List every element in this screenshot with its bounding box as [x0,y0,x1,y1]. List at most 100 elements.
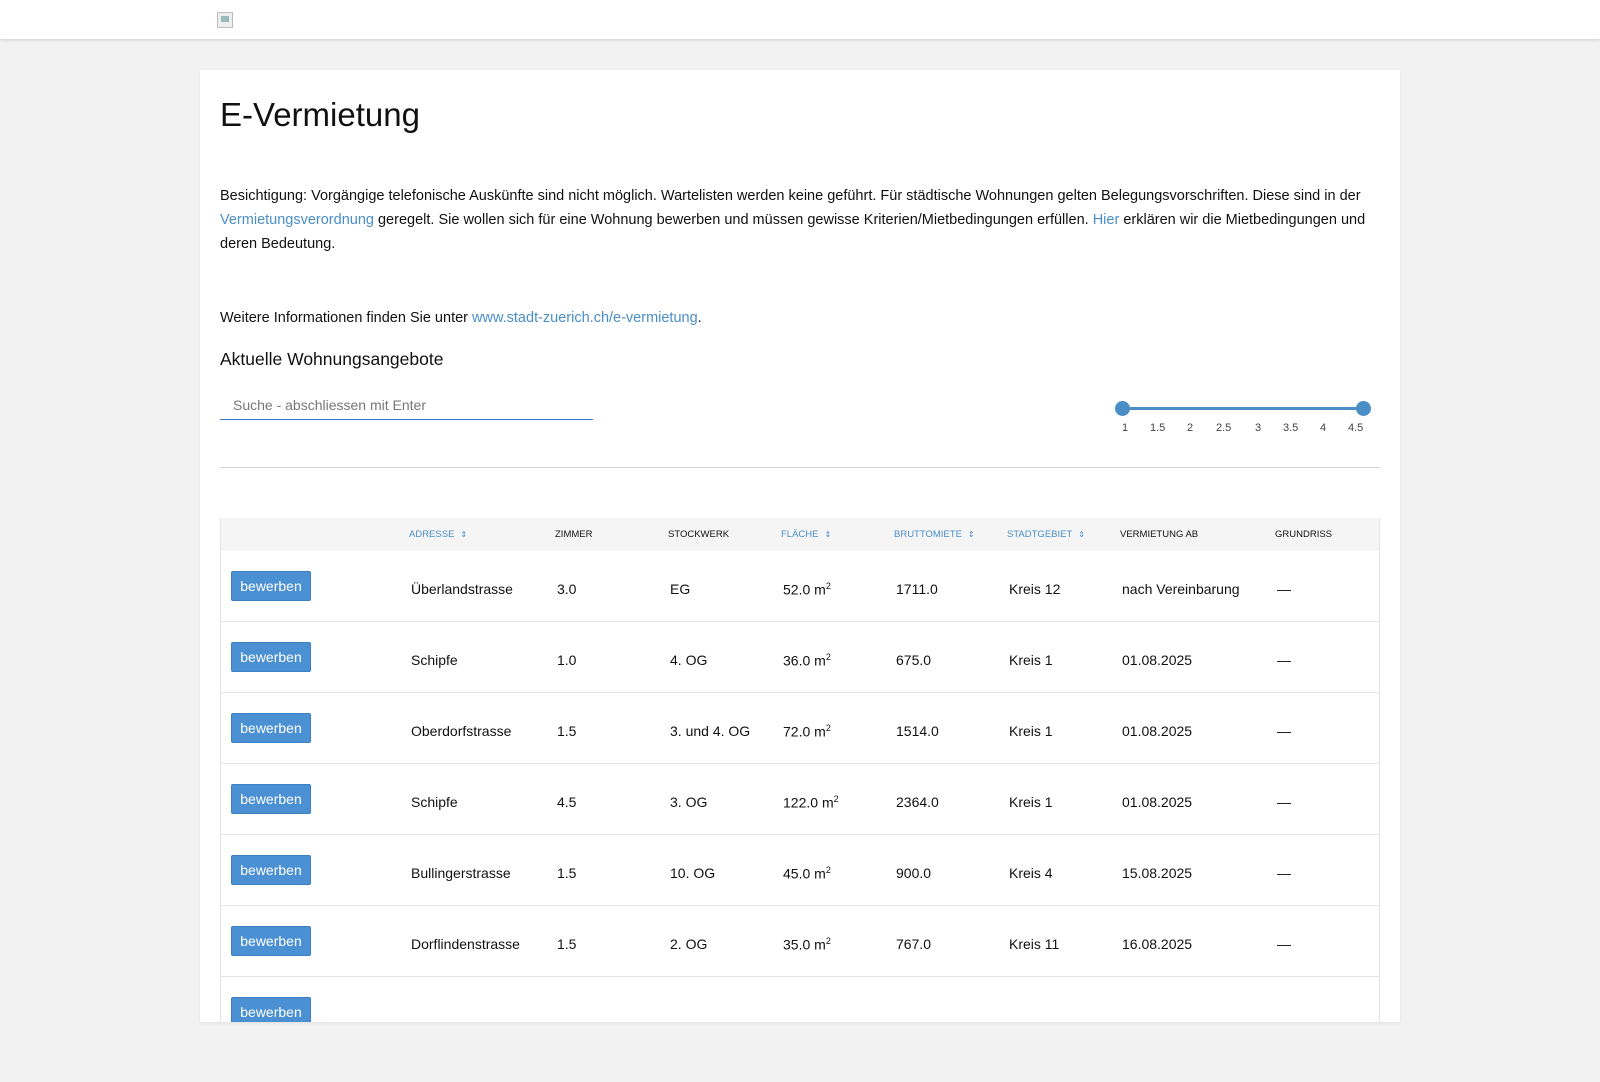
cell-stadtgebiet: Kreis 4 [1009,865,1053,881]
cell-vermietung-ab: 01.08.2025 [1122,652,1193,668]
more-info-prefix: Weitere Informationen finden Sie unter [220,310,473,326]
slider-tick: 4 [1320,422,1327,434]
apply-button[interactable]: bewerben [231,642,311,672]
search-input[interactable] [220,390,593,420]
cell-vermietung-ab: 15.08.2025 [1122,865,1193,881]
e-vermietung-link[interactable]: www.stadt-zuerich.ch/e-vermietung [472,310,698,326]
column-header-zimmer: Zimmer [555,529,593,540]
column-header-vermietung-ab: Vermietung ab [1120,529,1199,540]
top-bar [0,0,1600,39]
cell-adresse: Oberdorfstrasse [411,723,512,739]
intro-text-part: Besichtigung: Vorgängige telefonische Au… [220,188,1361,204]
header-label: Bruttomiete [894,529,962,540]
cell-flaeche: 36.0 m2 [783,652,831,669]
cell-stockwerk: 2. OG [670,936,708,952]
slider-track[interactable] [1123,407,1363,410]
area-exponent: 2 [825,936,831,946]
cell-zimmer: 3.0 [557,581,577,597]
regulation-link[interactable]: Vermie­tungsverordnung [220,212,374,228]
cell-bruttomiete: 675.0 [896,652,932,668]
cell-zimmer: 1.5 [557,936,577,952]
more-info-text: Weitere Informationen finden Sie unter w… [220,306,702,330]
cell-stadtgebiet: Kreis 1 [1009,794,1053,810]
cell-stockwerk: 10. OG [670,865,716,881]
table-row: bewerben [221,977,1379,1022]
cell-zimmer: 1.0 [557,652,577,668]
slider-tick: 3.5 [1283,422,1299,434]
slider-tick: 3 [1255,422,1262,434]
area-value: 45.0 [783,865,811,882]
area-value: 122.0 [783,794,819,811]
cell-adresse: Überlandstrasse [411,581,513,597]
column-header-stockwerk: Stockwerk [668,529,730,540]
area-unit: m [814,652,826,669]
cell-grundriss: — [1277,794,1291,810]
logo-image-icon[interactable] [217,12,233,28]
cell-flaeche: 72.0 m2 [783,723,831,740]
table-row: bewerben Schipfe 1.0 4. OG 36.0 m2 675.0 Kreis… [221,622,1379,693]
slider-tick: 1 [1122,422,1129,434]
column-header-stadtgebiet[interactable]: Stadtgebiet ⇕ [1007,529,1085,540]
cell-bruttomiete: 1514.0 [896,723,939,739]
slider-max-handle[interactable] [1356,401,1371,416]
header-label: Stadtgebiet [1007,529,1073,540]
column-header-bruttomiete[interactable]: Bruttomiete ⇕ [894,529,975,540]
table-header: Adresse ⇕ Zimmer Stockwerk Fläche ⇕ Brutto… [221,518,1379,551]
table-row: bewerben Bullingerstrasse 1.5 10. OG 45.0 m2… [221,835,1379,906]
area-exponent: 2 [825,652,831,662]
sort-icon: ⇕ [460,530,468,539]
cell-grundriss: — [1277,581,1291,597]
cell-adresse: Dorflindenstrasse [411,936,520,952]
apply-button[interactable]: bewerben [231,855,311,885]
cell-stockwerk: 3. und 4. OG [670,723,751,739]
apply-button[interactable]: bewerben [231,571,311,601]
sort-icon: ⇕ [824,530,832,539]
cell-vermietung-ab: 16.08.2025 [1122,936,1193,952]
cell-grundriss: — [1277,652,1291,668]
cell-bruttomiete: 767.0 [896,936,932,952]
table-row: bewerben Dorflindenstrasse 1.5 2. OG 35.0 m2… [221,906,1379,977]
area-unit: m [814,581,826,598]
cell-vermietung-ab: 01.08.2025 [1122,723,1193,739]
slider-tick: 2.5 [1216,422,1232,434]
table-row: bewerben Oberdorfstrasse 1.5 3. und 4. OG 72… [221,693,1379,764]
slider-tick: 1.5 [1150,422,1166,434]
cell-adresse: Schipfe [411,794,458,810]
slider-min-handle[interactable] [1115,401,1130,416]
main-card: E-Vermietung Besichtigung: Vorgängige te… [200,70,1400,1022]
apply-button[interactable]: bewerben [231,997,311,1022]
cell-flaeche: 122.0 m2 [783,794,839,811]
cell-adresse: Bullingerstrasse [411,865,511,881]
apply-button[interactable]: bewerben [231,784,311,814]
cell-grundriss: — [1277,865,1291,881]
area-exponent: 2 [833,794,839,804]
cell-grundriss: — [1277,723,1291,739]
column-header-adresse[interactable]: Adresse ⇕ [409,529,467,540]
cell-flaeche: 45.0 m2 [783,865,831,882]
area-unit: m [814,865,826,882]
page-title: E-Vermietung [220,96,420,133]
cell-stadtgebiet: Kreis 1 [1009,652,1053,668]
column-header-flaeche[interactable]: Fläche ⇕ [781,529,831,540]
apply-button[interactable]: bewerben [231,926,311,956]
apply-button[interactable]: bewerben [231,713,311,743]
area-value: 35.0 [783,936,811,953]
area-unit: m [814,936,826,953]
cell-adresse: Schipfe [411,652,458,668]
header-label: Fläche [781,529,819,540]
conditions-link[interactable]: Hier [1093,212,1120,228]
cell-stockwerk: 3. OG [670,794,708,810]
more-info-suffix: . [697,310,702,326]
slider-ticks: 1 1.5 2 2.5 3 3.5 4 4.5 [1120,422,1370,438]
cell-stadtgebiet: Kreis 1 [1009,723,1053,739]
offers-heading: Aktuelle Wohnungsangebote [220,349,444,369]
cell-bruttomiete: 900.0 [896,865,932,881]
area-value: 36.0 [783,652,811,669]
area-unit: m [821,794,834,811]
area-exponent: 2 [825,581,831,591]
cell-bruttomiete: 1711.0 [896,581,938,597]
cell-vermietung-ab: 01.08.2025 [1122,794,1193,810]
header-label: Adresse [409,529,455,540]
table-row: bewerben Überlandstrasse 3.0 EG 52.0 m2 1711.… [221,551,1379,622]
slider-tick: 4.5 [1348,422,1364,434]
